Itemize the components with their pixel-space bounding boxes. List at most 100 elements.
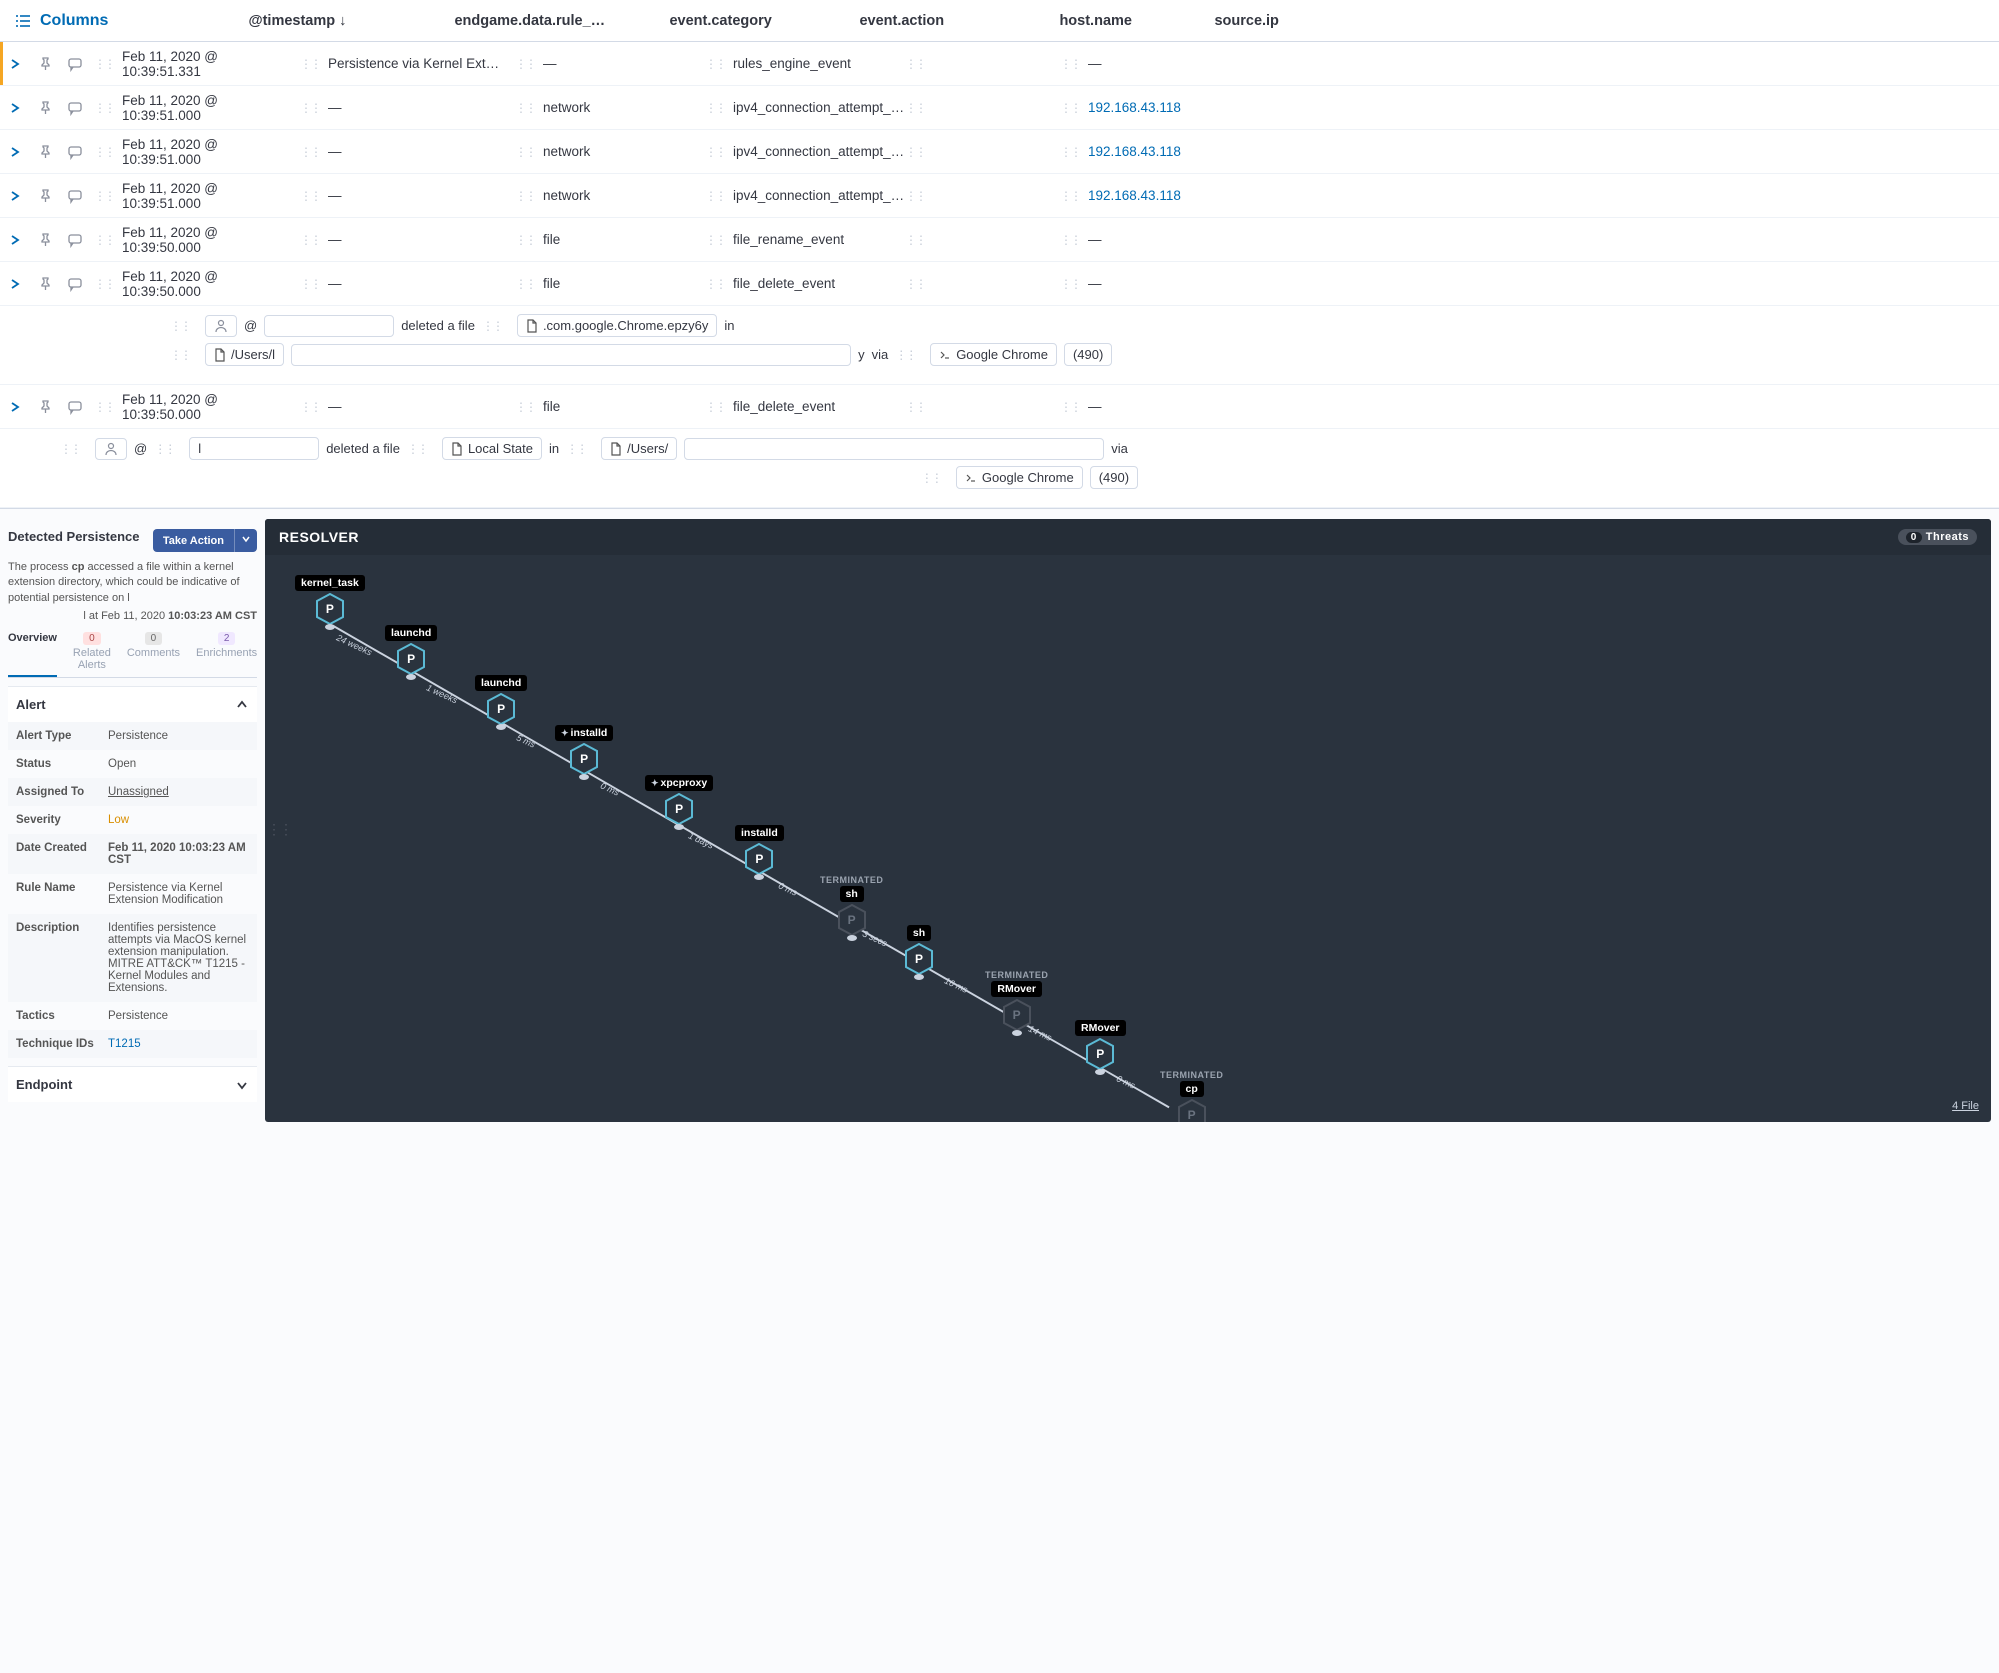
th-category[interactable]: event.category — [669, 13, 859, 29]
drag-grip[interactable]: ⋮⋮ — [1060, 189, 1080, 203]
columns-button[interactable]: Columns — [0, 12, 122, 30]
th-host[interactable]: host.name — [1059, 13, 1214, 29]
drag-grip[interactable]: ⋮⋮ — [300, 277, 320, 291]
th-source-ip[interactable]: source.ip — [1214, 13, 1349, 29]
add-note-button[interactable] — [60, 144, 90, 160]
drag-grip[interactable]: ⋮⋮ — [705, 189, 725, 203]
path-token[interactable]: /Users/l — [205, 343, 284, 366]
cell-value[interactable]: 192.168.43.118 — [1088, 144, 1181, 159]
tab-enrichments[interactable]: 2Enrichments — [196, 632, 257, 677]
process-node-sh[interactable]: TERMINATED sh P — [820, 875, 883, 936]
cell-value[interactable]: 192.168.43.118 — [1088, 100, 1181, 115]
drag-grip[interactable]: ⋮⋮ — [1060, 233, 1080, 247]
add-note-button[interactable] — [60, 100, 90, 116]
proc-token[interactable]: Google Chrome — [956, 466, 1083, 489]
pin-row-button[interactable] — [30, 276, 60, 291]
drag-grip[interactable]: ⋮⋮ — [705, 277, 725, 291]
drag-grip[interactable]: ⋮⋮ — [515, 189, 535, 203]
kv-value[interactable]: Unassigned — [108, 786, 249, 798]
process-node-RMover[interactable]: TERMINATED RMover P — [985, 970, 1048, 1031]
drag-grip[interactable]: ⋮⋮ — [1060, 277, 1080, 291]
pin-row-button[interactable] — [30, 56, 60, 71]
drag-grip[interactable]: ⋮⋮ — [905, 145, 925, 159]
pin-row-button[interactable] — [30, 144, 60, 159]
expand-row-button[interactable] — [0, 145, 30, 159]
add-note-button[interactable] — [60, 276, 90, 292]
tab-comments[interactable]: 0Comments — [127, 632, 180, 677]
drag-grip[interactable]: ⋮⋮ — [905, 57, 925, 71]
alert-accordion[interactable]: Alert — [8, 686, 257, 722]
pin-row-button[interactable] — [30, 100, 60, 115]
process-node-xpcproxy[interactable]: ✦xpcproxy P — [645, 775, 713, 825]
process-node-installd[interactable]: ✦installd P — [555, 725, 613, 775]
process-graph[interactable]: kernel_task P launchd P launchd P ✦insta… — [265, 555, 1991, 1115]
expand-row-button[interactable] — [0, 189, 30, 203]
add-note-button[interactable] — [60, 188, 90, 204]
file-count-link[interactable]: 4 File — [1952, 1100, 1979, 1112]
process-node-kernel_task[interactable]: kernel_task P — [295, 575, 365, 625]
drag-grip[interactable]: ⋮⋮ — [1060, 101, 1080, 115]
drag-grip[interactable]: ⋮⋮ — [705, 145, 725, 159]
path-token[interactable]: /Users/ — [601, 437, 677, 460]
expand-row-button[interactable] — [0, 233, 30, 247]
expand-row-button[interactable] — [0, 277, 30, 291]
path-field[interactable] — [684, 438, 1104, 460]
add-note-button[interactable] — [60, 232, 90, 248]
proc-token[interactable]: Google Chrome — [930, 343, 1057, 366]
drag-grip[interactable]: ⋮⋮ — [94, 233, 114, 247]
pin-row-button[interactable] — [30, 232, 60, 247]
expand-row-button[interactable] — [0, 400, 30, 414]
th-rule[interactable]: endgame.data.rule_… — [454, 13, 669, 29]
process-node-launchd[interactable]: launchd P — [385, 625, 437, 675]
threats-toggle[interactable]: 0Threats — [1898, 529, 1977, 545]
host-field[interactable] — [264, 315, 394, 337]
pin-row-button[interactable] — [30, 188, 60, 203]
drag-grip[interactable]: ⋮⋮ — [94, 400, 114, 414]
drag-grip[interactable]: ⋮⋮ — [94, 277, 114, 291]
drag-grip[interactable]: ⋮⋮ — [1060, 400, 1080, 414]
drag-grip[interactable]: ⋮⋮ — [905, 277, 925, 291]
drag-grip[interactable]: ⋮⋮ — [905, 233, 925, 247]
add-note-button[interactable] — [60, 56, 90, 72]
take-action-button[interactable]: Take Action — [153, 529, 234, 552]
pin-row-button[interactable] — [30, 399, 60, 414]
add-note-button[interactable] — [60, 399, 90, 415]
drag-grip[interactable]: ⋮⋮ — [300, 57, 320, 71]
th-timestamp[interactable]: @timestamp — [248, 13, 454, 29]
drag-grip[interactable]: ⋮⋮ — [300, 189, 320, 203]
process-node-RMover[interactable]: RMover P — [1075, 1020, 1126, 1070]
drag-grip[interactable]: ⋮⋮ — [515, 57, 535, 71]
drag-grip[interactable]: ⋮⋮ — [94, 189, 114, 203]
drag-grip[interactable]: ⋮⋮ — [1060, 145, 1080, 159]
drag-grip[interactable]: ⋮⋮ — [94, 57, 114, 71]
drag-grip[interactable]: ⋮⋮ — [905, 400, 925, 414]
file-token[interactable]: .com.google.Chrome.epzy6y — [517, 314, 717, 337]
drag-grip[interactable]: ⋮⋮ — [515, 233, 535, 247]
drag-grip[interactable]: ⋮⋮ — [705, 57, 725, 71]
take-action-dropdown[interactable] — [234, 529, 257, 552]
drag-grip[interactable]: ⋮⋮ — [705, 233, 725, 247]
drag-grip[interactable]: ⋮⋮ — [94, 145, 114, 159]
drag-grip[interactable]: ⋮⋮ — [905, 189, 925, 203]
process-node-sh[interactable]: sh P — [905, 925, 933, 975]
tab-overview[interactable]: Overview — [8, 632, 57, 677]
drag-grip[interactable]: ⋮⋮ — [515, 400, 535, 414]
drag-grip[interactable]: ⋮⋮ — [705, 400, 725, 414]
drag-grip[interactable]: ⋮⋮ — [300, 400, 320, 414]
process-node-launchd[interactable]: launchd P — [475, 675, 527, 725]
drag-grip[interactable]: ⋮⋮ — [515, 145, 535, 159]
expand-row-button[interactable] — [0, 101, 30, 115]
expand-row-button[interactable] — [0, 57, 30, 71]
drag-grip[interactable]: ⋮⋮ — [515, 101, 535, 115]
th-action[interactable]: event.action — [859, 13, 1059, 29]
tab-related-alerts[interactable]: 0Related Alerts — [73, 632, 111, 677]
drag-grip[interactable]: ⋮⋮ — [300, 101, 320, 115]
process-node-cp[interactable]: TERMINATED cp P — [1160, 1070, 1223, 1122]
drag-grip[interactable]: ⋮⋮ — [905, 101, 925, 115]
drag-grip[interactable]: ⋮⋮ — [1060, 57, 1080, 71]
endpoint-accordion[interactable]: Endpoint — [8, 1066, 257, 1102]
user-field[interactable]: l — [189, 437, 319, 460]
drag-grip[interactable]: ⋮⋮ — [705, 101, 725, 115]
drag-grip[interactable]: ⋮⋮ — [94, 101, 114, 115]
drag-grip[interactable]: ⋮⋮ — [300, 233, 320, 247]
